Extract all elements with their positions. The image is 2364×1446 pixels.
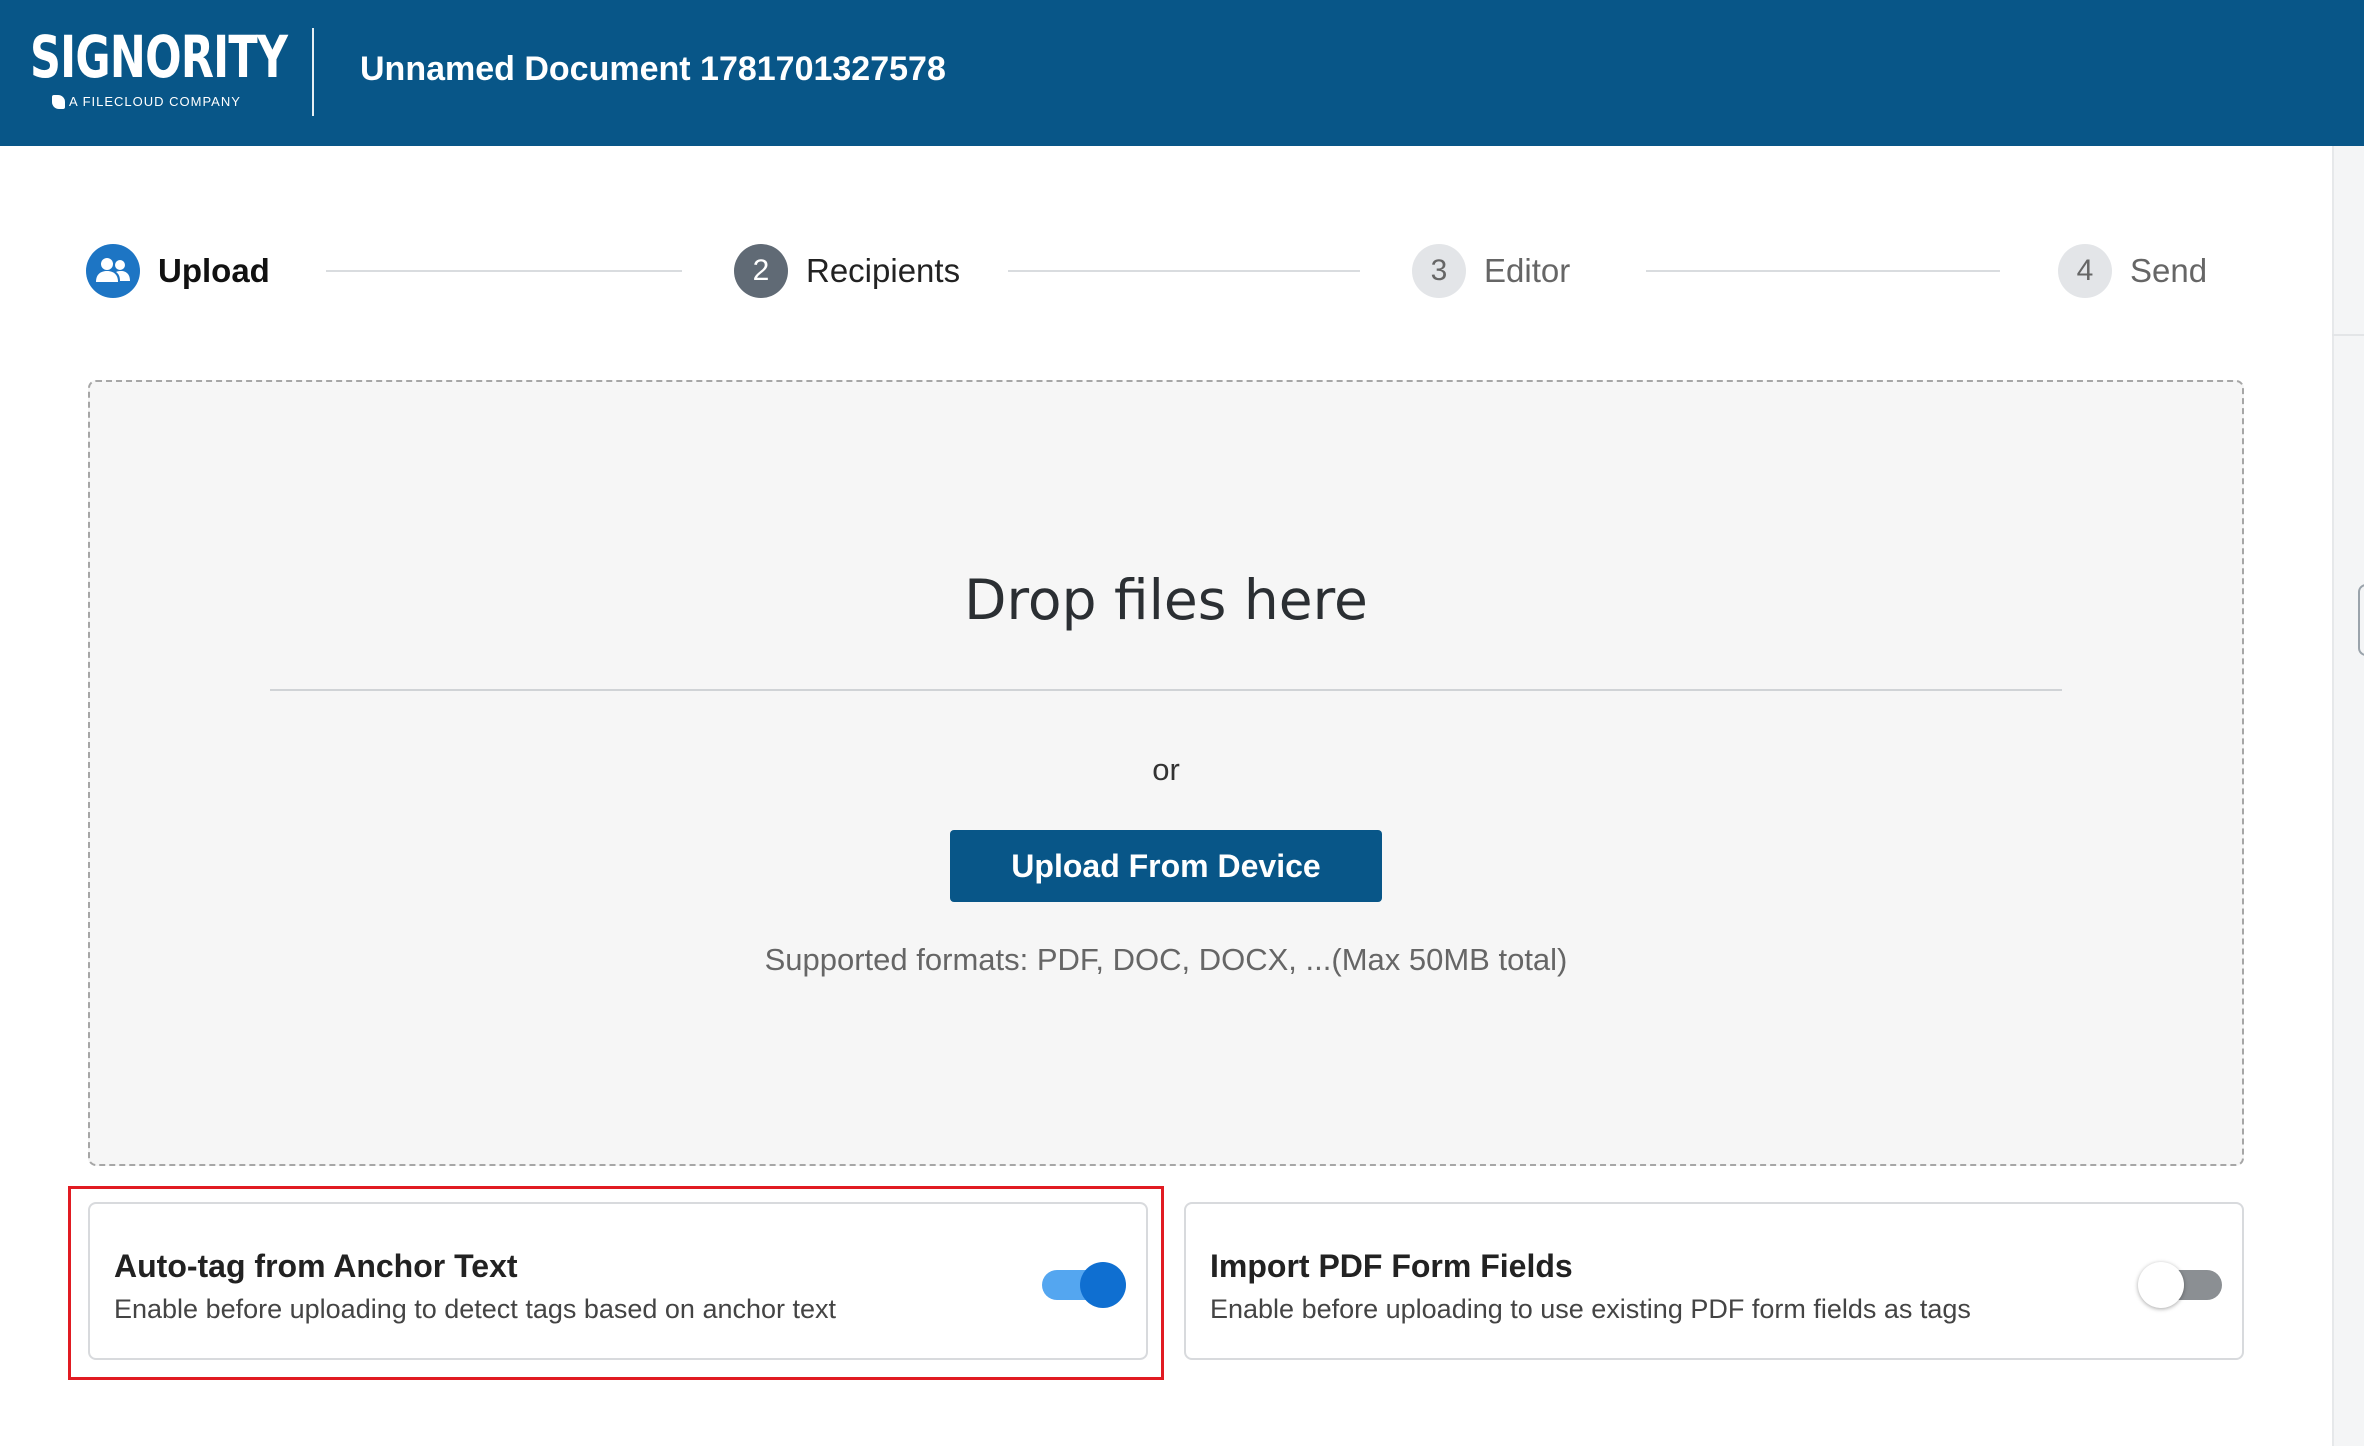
step-editor[interactable]: 3 Editor [1412, 242, 1570, 300]
step-label: Send [2130, 252, 2208, 289]
progress-stepper: Upload 2 Recipients 3 Editor 4 Send [86, 242, 2236, 302]
option-title: Import PDF Form Fields [1210, 1248, 1573, 1284]
filecloud-icon [52, 94, 65, 109]
logo-text: SIGNORITY [30, 23, 288, 91]
step-label: Recipients [806, 252, 961, 289]
step-number: 3 [1412, 244, 1466, 298]
step-label: Upload [158, 252, 270, 289]
header-divider [312, 28, 314, 116]
highlight-box [68, 1186, 1164, 1380]
supported-formats-text: Supported formats: PDF, DOC, DOCX, ...(M… [764, 942, 1568, 977]
users-icon [86, 244, 140, 298]
stepper-connector [1008, 270, 1360, 272]
dropzone-title: Drop files here [964, 568, 1368, 632]
step-number: 2 [734, 244, 788, 298]
app-header: SIGNORITY A FILECLOUD COMPANY Unnamed Do… [0, 0, 2364, 146]
side-panel-toggle-handle[interactable] [2358, 584, 2364, 656]
step-upload[interactable]: Upload [86, 242, 270, 300]
option-description: Enable before uploading to use existing … [1210, 1294, 1971, 1324]
dropzone-or-text: or [1152, 752, 1180, 787]
stepper-connector [1646, 270, 2000, 272]
right-panel-divider [2332, 334, 2364, 336]
step-send[interactable]: 4 Send [2058, 242, 2207, 300]
dropzone-divider [270, 689, 2062, 691]
upload-from-device-button[interactable]: Upload From Device [950, 830, 1382, 902]
step-number: 4 [2058, 244, 2112, 298]
signority-logo[interactable]: SIGNORITY A FILECLOUD COMPANY [30, 23, 288, 118]
document-title[interactable]: Unnamed Document 1781701327578 [360, 50, 946, 89]
import-pdf-fields-option-card: Import PDF Form Fields Enable before upl… [1184, 1202, 2244, 1360]
logo-subtext: A FILECLOUD COMPANY [69, 94, 241, 109]
stepper-connector [326, 270, 682, 272]
toggle-knob [2138, 1262, 2184, 1308]
right-side-panel [2332, 146, 2364, 1446]
step-recipients[interactable]: 2 Recipients [734, 242, 960, 300]
step-label: Editor [1484, 252, 1571, 289]
import-pdf-fields-toggle[interactable] [2138, 1260, 2222, 1308]
file-dropzone[interactable]: Drop files here or Upload From Device Su… [88, 380, 2244, 1166]
logo-subtext-row: A FILECLOUD COMPANY [52, 94, 241, 109]
